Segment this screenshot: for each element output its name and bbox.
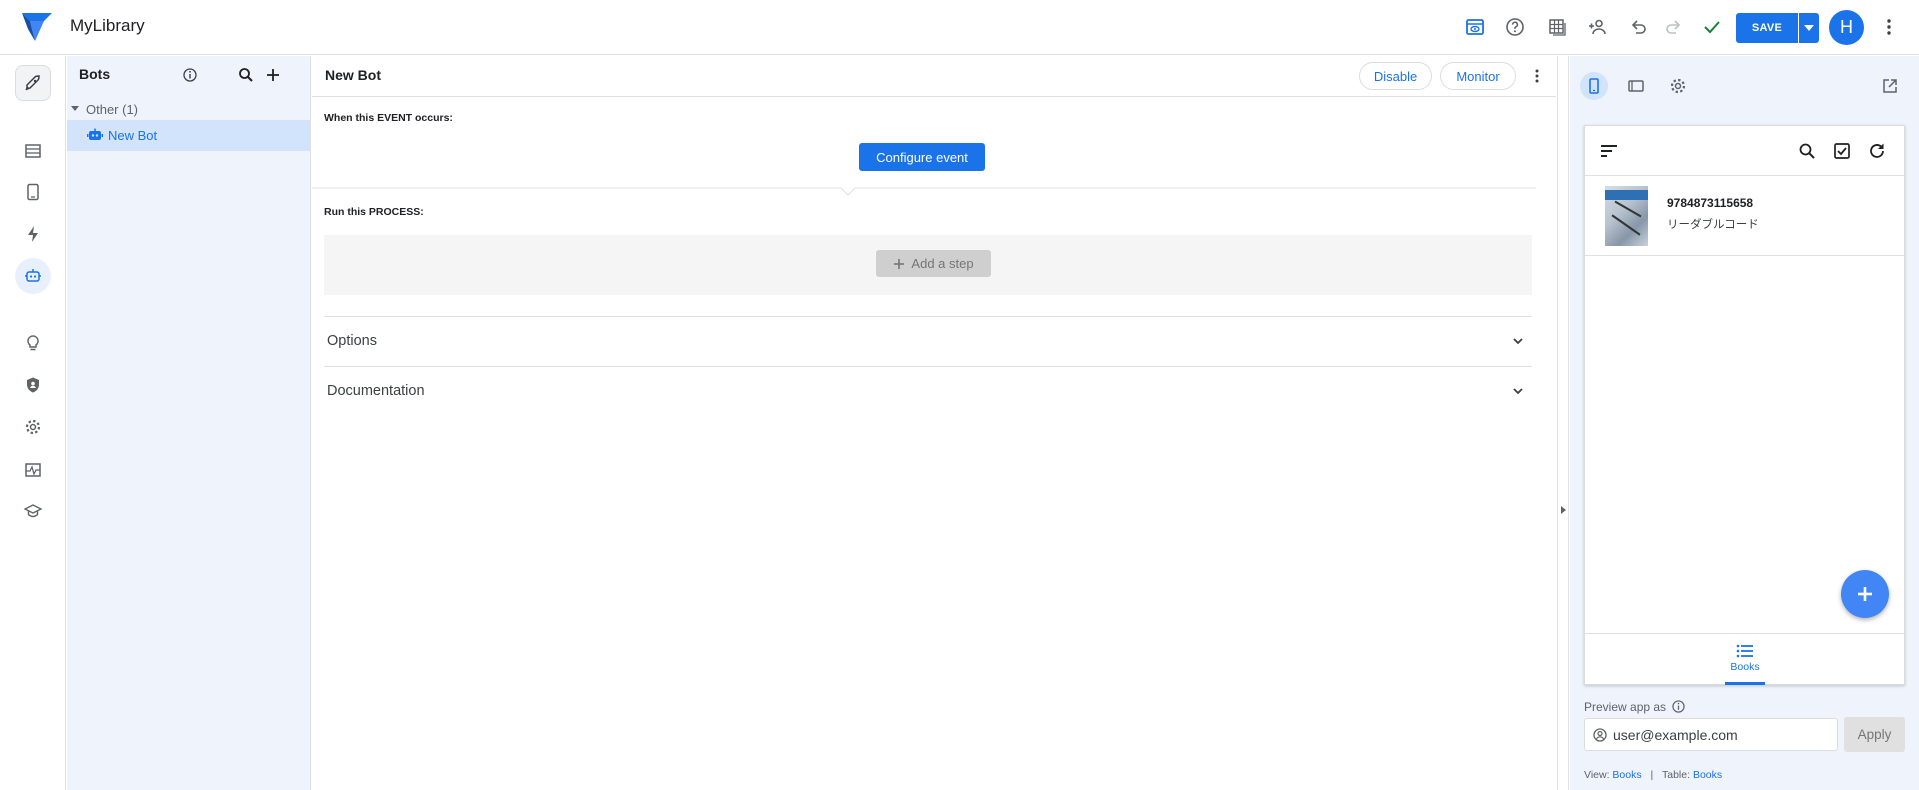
event-section-label: When this EVENT occurs: — [324, 112, 453, 124]
table-icon[interactable] — [1544, 14, 1570, 40]
plus-icon — [894, 258, 905, 269]
app-bottom-nav: Books — [1585, 633, 1904, 685]
search-icon[interactable] — [1797, 141, 1817, 161]
bots-panel-title: Bots — [79, 66, 111, 82]
mobile-preview-icon[interactable] — [1580, 72, 1608, 100]
save-dropdown-button[interactable] — [1799, 13, 1819, 43]
check-icon[interactable] — [1699, 14, 1725, 40]
add-bot-icon[interactable] — [263, 65, 283, 85]
disable-button[interactable]: Disable — [1359, 62, 1432, 90]
launch-icon[interactable] — [15, 65, 51, 101]
nav-books-label: Books — [1730, 661, 1760, 673]
tree-item-label: New Bot — [108, 128, 158, 143]
book-cover-image — [1605, 186, 1648, 246]
list-icon — [1736, 644, 1753, 658]
monitor-icon[interactable] — [15, 452, 51, 488]
info-icon[interactable] — [1672, 700, 1686, 713]
app-title: MyLibrary — [70, 16, 145, 35]
add-step-button[interactable]: Add a step — [876, 250, 991, 277]
book-isbn: 9784873115658 — [1667, 196, 1754, 210]
editor-header: New Bot Disable Monitor — [312, 56, 1556, 97]
options-accordion[interactable]: Options — [324, 316, 1532, 366]
add-step-label: Add a step — [911, 256, 974, 271]
save-button[interactable]: SAVE — [1736, 13, 1798, 43]
data-icon[interactable] — [15, 133, 51, 169]
process-section-label: Run this PROCESS: — [324, 206, 424, 218]
appsheet-logo — [22, 13, 52, 41]
tree-group-label: Other (1) — [86, 102, 139, 117]
tree-item-new-bot[interactable]: New Bot — [67, 120, 310, 151]
caret-down-icon — [71, 106, 79, 111]
sort-icon[interactable] — [1599, 141, 1619, 161]
bots-icon[interactable] — [15, 258, 51, 294]
tree-group-other[interactable]: Other (1) — [67, 100, 311, 120]
search-icon[interactable] — [237, 66, 255, 84]
preview-as-label: Preview app as — [1584, 700, 1686, 714]
active-tab-indicator — [1725, 682, 1765, 685]
editor-title: New Bot — [325, 67, 381, 83]
more-icon[interactable] — [1527, 66, 1547, 86]
preview-settings-icon[interactable] — [1664, 72, 1692, 100]
options-label: Options — [327, 333, 377, 349]
help-icon[interactable] — [1502, 14, 1528, 40]
tablet-preview-icon[interactable] — [1622, 72, 1650, 100]
preview-user-input[interactable] — [1613, 725, 1833, 745]
learn-icon[interactable] — [15, 493, 51, 529]
process-steps-area: Add a step — [324, 235, 1532, 295]
left-navigation — [0, 56, 66, 790]
share-icon[interactable] — [1585, 14, 1611, 40]
more-icon[interactable] — [1876, 14, 1902, 40]
preview-panel: 9784873115658 リーダブルコード Books Preview app… — [1570, 56, 1919, 790]
list-item[interactable]: 9784873115658 リーダブルコード — [1585, 176, 1904, 256]
add-record-button[interactable] — [1841, 570, 1889, 618]
ideas-icon[interactable] — [15, 325, 51, 361]
preview-user-field[interactable] — [1584, 718, 1838, 751]
book-title: リーダブルコード — [1667, 219, 1759, 231]
preview-icon[interactable] — [1462, 14, 1488, 40]
nav-books-button[interactable]: Books — [1723, 634, 1767, 685]
documentation-accordion[interactable]: Documentation — [324, 366, 1532, 416]
bots-panel: Bots Other (1) New Bot — [67, 56, 311, 790]
documentation-label: Documentation — [327, 383, 425, 399]
undo-icon[interactable] — [1625, 14, 1651, 40]
security-icon[interactable] — [15, 367, 51, 403]
mobile-app-preview: 9784873115658 リーダブルコード Books — [1584, 125, 1905, 685]
avatar[interactable]: H — [1829, 10, 1864, 45]
views-icon[interactable] — [15, 174, 51, 210]
plus-icon — [1858, 587, 1872, 601]
account-icon — [1593, 728, 1607, 742]
robot-icon — [87, 128, 103, 140]
select-icon[interactable] — [1832, 141, 1852, 161]
chevron-down-icon — [1804, 25, 1814, 31]
top-bar: MyLibrary SAVE H — [0, 0, 1919, 55]
redo-icon[interactable] — [1661, 14, 1687, 40]
view-link[interactable]: Books — [1612, 769, 1641, 781]
caret-right-icon — [1561, 506, 1566, 514]
bot-editor: New Bot Disable Monitor When this EVENT … — [312, 56, 1556, 790]
app-toolbar — [1585, 126, 1904, 176]
actions-icon[interactable] — [15, 216, 51, 252]
refresh-icon[interactable] — [1867, 141, 1887, 161]
section-divider — [312, 187, 1536, 196]
chevron-down-icon — [1513, 338, 1523, 345]
table-link[interactable]: Books — [1693, 769, 1722, 781]
preview-collapse-handle[interactable] — [1557, 56, 1569, 790]
apply-button[interactable]: Apply — [1844, 717, 1905, 752]
configure-event-button[interactable]: Configure event — [859, 143, 985, 171]
settings-icon[interactable] — [15, 409, 51, 445]
monitor-button[interactable]: Monitor — [1440, 62, 1516, 90]
info-icon[interactable] — [183, 68, 197, 82]
preview-footer: View: Books | Table: Books — [1584, 769, 1723, 781]
open-external-icon[interactable] — [1876, 72, 1904, 100]
chevron-down-icon — [1513, 388, 1523, 395]
